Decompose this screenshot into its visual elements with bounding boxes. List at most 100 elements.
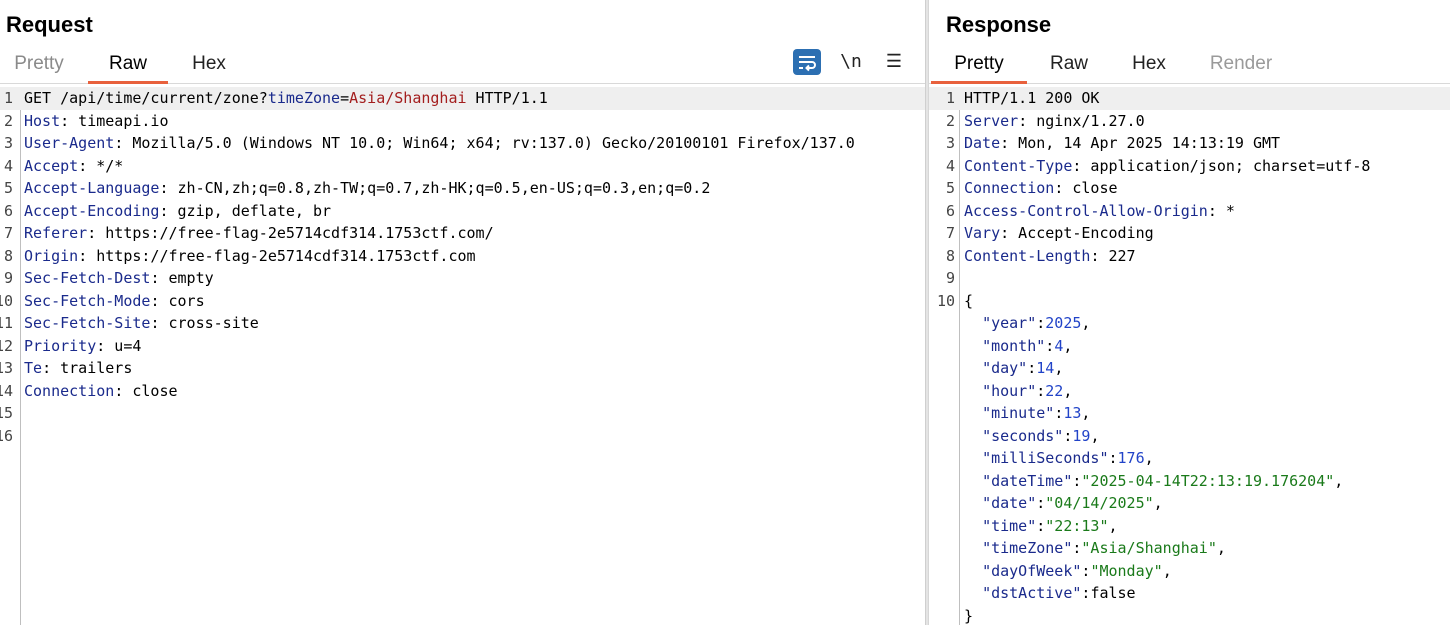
request-line[interactable]: 5 Accept-Language: zh-CN,zh;q=0.8,zh-TW;q… xyxy=(0,177,925,200)
request-pane: Request Pretty Raw Hex \n ☰ 1 GET /api/ti… xyxy=(0,0,925,625)
response-line[interactable]: "hour":22, xyxy=(929,380,1450,403)
line-number: 6 xyxy=(945,201,955,220)
token: Date xyxy=(964,134,1001,152)
request-line[interactable]: 16 xyxy=(0,425,925,448)
tab-request-raw[interactable]: Raw xyxy=(88,48,168,84)
token: : empty xyxy=(150,269,214,287)
token: , xyxy=(1216,539,1226,557)
newline-toggle-button[interactable]: \n xyxy=(837,49,865,75)
token: { xyxy=(964,291,974,310)
token: Access-Control-Allow-Origin xyxy=(964,201,1208,220)
line-text: "dstActive":false xyxy=(964,582,1136,605)
token: Accept xyxy=(24,156,79,175)
token: 13 xyxy=(1063,404,1082,422)
line-number: 2 xyxy=(3,111,13,130)
tab-response-raw[interactable]: Raw xyxy=(1037,48,1101,81)
token: : nginx/1.27.0 xyxy=(1018,111,1145,130)
token: 22 xyxy=(1045,381,1064,400)
response-line[interactable]: 7 Vary: Accept-Encoding xyxy=(929,222,1450,245)
response-line[interactable]: 8 Content-Length: 227 xyxy=(929,245,1450,268)
response-line[interactable]: "dstActive":false xyxy=(929,582,1450,605)
response-line[interactable]: 6 Access-Control-Allow-Origin: * xyxy=(929,200,1450,223)
request-line[interactable]: 11 Sec-Fetch-Site: cross-site xyxy=(0,312,925,335)
line-text: HTTP/1.1 200 OK xyxy=(964,87,1450,110)
token: Te xyxy=(24,359,43,377)
line-number: 5 xyxy=(945,179,955,197)
request-line[interactable]: 4 Accept: */* xyxy=(0,155,925,178)
response-line[interactable]: "timeZone":"Asia/Shanghai", xyxy=(929,537,1450,560)
request-line[interactable]: 8 Origin: https://free-flag-2e5714cdf314.… xyxy=(0,245,925,268)
token: : * xyxy=(1207,201,1235,220)
line-text: Access-Control-Allow-Origin: * xyxy=(964,200,1235,223)
line-number: 9 xyxy=(945,269,955,287)
wrap-lines-button[interactable] xyxy=(793,49,821,75)
tab-response-hex[interactable]: Hex xyxy=(1117,48,1181,81)
request-line[interactable]: 2 Host: timeapi.io xyxy=(0,110,925,133)
token: : close xyxy=(114,381,178,400)
token: : cross-site xyxy=(150,314,259,332)
line-text: "time":"22:13", xyxy=(964,515,1117,538)
response-line[interactable]: 2 Server: nginx/1.27.0 xyxy=(929,110,1450,133)
request-editor[interactable]: 1 GET /api/time/current/zone?timeZone=Asi… xyxy=(0,87,925,625)
response-line[interactable]: 9 xyxy=(929,267,1450,290)
request-line[interactable]: 15 xyxy=(0,402,925,425)
token: : u=4 xyxy=(96,336,142,355)
response-title: Response xyxy=(946,12,1052,37)
request-line[interactable]: 12 Priority: u=4 xyxy=(0,335,925,358)
response-line[interactable]: 1 HTTP/1.1 200 OK xyxy=(929,87,1450,110)
request-line[interactable]: 7 Referer: https://free-flag-2e5714cdf314… xyxy=(0,222,925,245)
token: Priority xyxy=(24,336,97,355)
response-line[interactable]: "time":"22:13", xyxy=(929,515,1450,538)
line-text: User-Agent: Mozilla/5.0 (Windows NT 10.0… xyxy=(24,132,855,155)
request-line[interactable]: 3 User-Agent: Mozilla/5.0 (Windows NT 10.… xyxy=(0,132,925,155)
line-text: Sec-Fetch-Dest: empty xyxy=(24,267,214,290)
response-line[interactable]: "milliSeconds":176, xyxy=(929,447,1450,470)
token: "time" xyxy=(982,516,1037,535)
request-line[interactable]: 6 Accept-Encoding: gzip, deflate, br xyxy=(0,200,925,223)
request-title: Request xyxy=(6,12,93,37)
tab-request-hex[interactable]: Hex xyxy=(176,48,242,81)
tab-response-pretty[interactable]: Pretty xyxy=(931,48,1027,84)
tab-response-render[interactable]: Render xyxy=(1197,48,1285,81)
line-text: Server: nginx/1.27.0 xyxy=(964,110,1145,133)
menu-icon[interactable]: ☰ xyxy=(880,49,908,75)
line-text: "seconds":19, xyxy=(964,425,1099,448)
response-editor[interactable]: 1 HTTP/1.1 200 OK 2 Server: nginx/1.27.0 3 Da… xyxy=(929,87,1450,625)
token: "22:13" xyxy=(1045,516,1109,535)
response-line[interactable]: "dateTime":"2025-04-14T22:13:19.176204", xyxy=(929,470,1450,493)
response-line[interactable]: "minute":13, xyxy=(929,402,1450,425)
token: : xyxy=(1036,314,1046,332)
token: Host xyxy=(24,111,61,130)
request-line[interactable]: 10 Sec-Fetch-Mode: cors xyxy=(0,290,925,313)
token: , xyxy=(1090,426,1100,445)
response-line[interactable]: 5 Connection: close xyxy=(929,177,1450,200)
response-line[interactable]: 4 Content-Type: application/json; charset… xyxy=(929,155,1450,178)
request-line[interactable]: 9 Sec-Fetch-Dest: empty xyxy=(0,267,925,290)
response-line[interactable]: 10 { xyxy=(929,290,1450,313)
token: , xyxy=(1081,314,1091,332)
line-number: 3 xyxy=(945,134,955,152)
response-line[interactable]: "day":14, xyxy=(929,357,1450,380)
response-line[interactable]: "date":"04/14/2025", xyxy=(929,492,1450,515)
tab-request-pretty[interactable]: Pretty xyxy=(0,48,78,81)
response-line[interactable]: "year":2025, xyxy=(929,312,1450,335)
request-line[interactable]: 14 Connection: close xyxy=(0,380,925,403)
line-text: Content-Length: 227 xyxy=(964,245,1136,268)
line-text: "year":2025, xyxy=(964,312,1090,335)
request-line[interactable]: 13 Te: trailers xyxy=(0,357,925,380)
response-line[interactable]: "month":4, xyxy=(929,335,1450,358)
token: : */* xyxy=(78,156,124,175)
token: "2025-04-14T22:13:19.176204" xyxy=(1081,471,1335,490)
line-number: 3 xyxy=(3,134,13,152)
response-line[interactable]: } xyxy=(929,605,1450,625)
response-line[interactable]: "dayOfWeek":"Monday", xyxy=(929,560,1450,583)
response-pane: Response Pretty Raw Hex Render 1 HTTP/1.1… xyxy=(929,0,1450,625)
request-line[interactable]: 1 GET /api/time/current/zone?timeZone=Asi… xyxy=(0,87,925,110)
token: } xyxy=(964,606,974,625)
response-line[interactable]: "seconds":19, xyxy=(929,425,1450,448)
response-line[interactable]: 3 Date: Mon, 14 Apr 2025 14:13:19 GMT xyxy=(929,132,1450,155)
